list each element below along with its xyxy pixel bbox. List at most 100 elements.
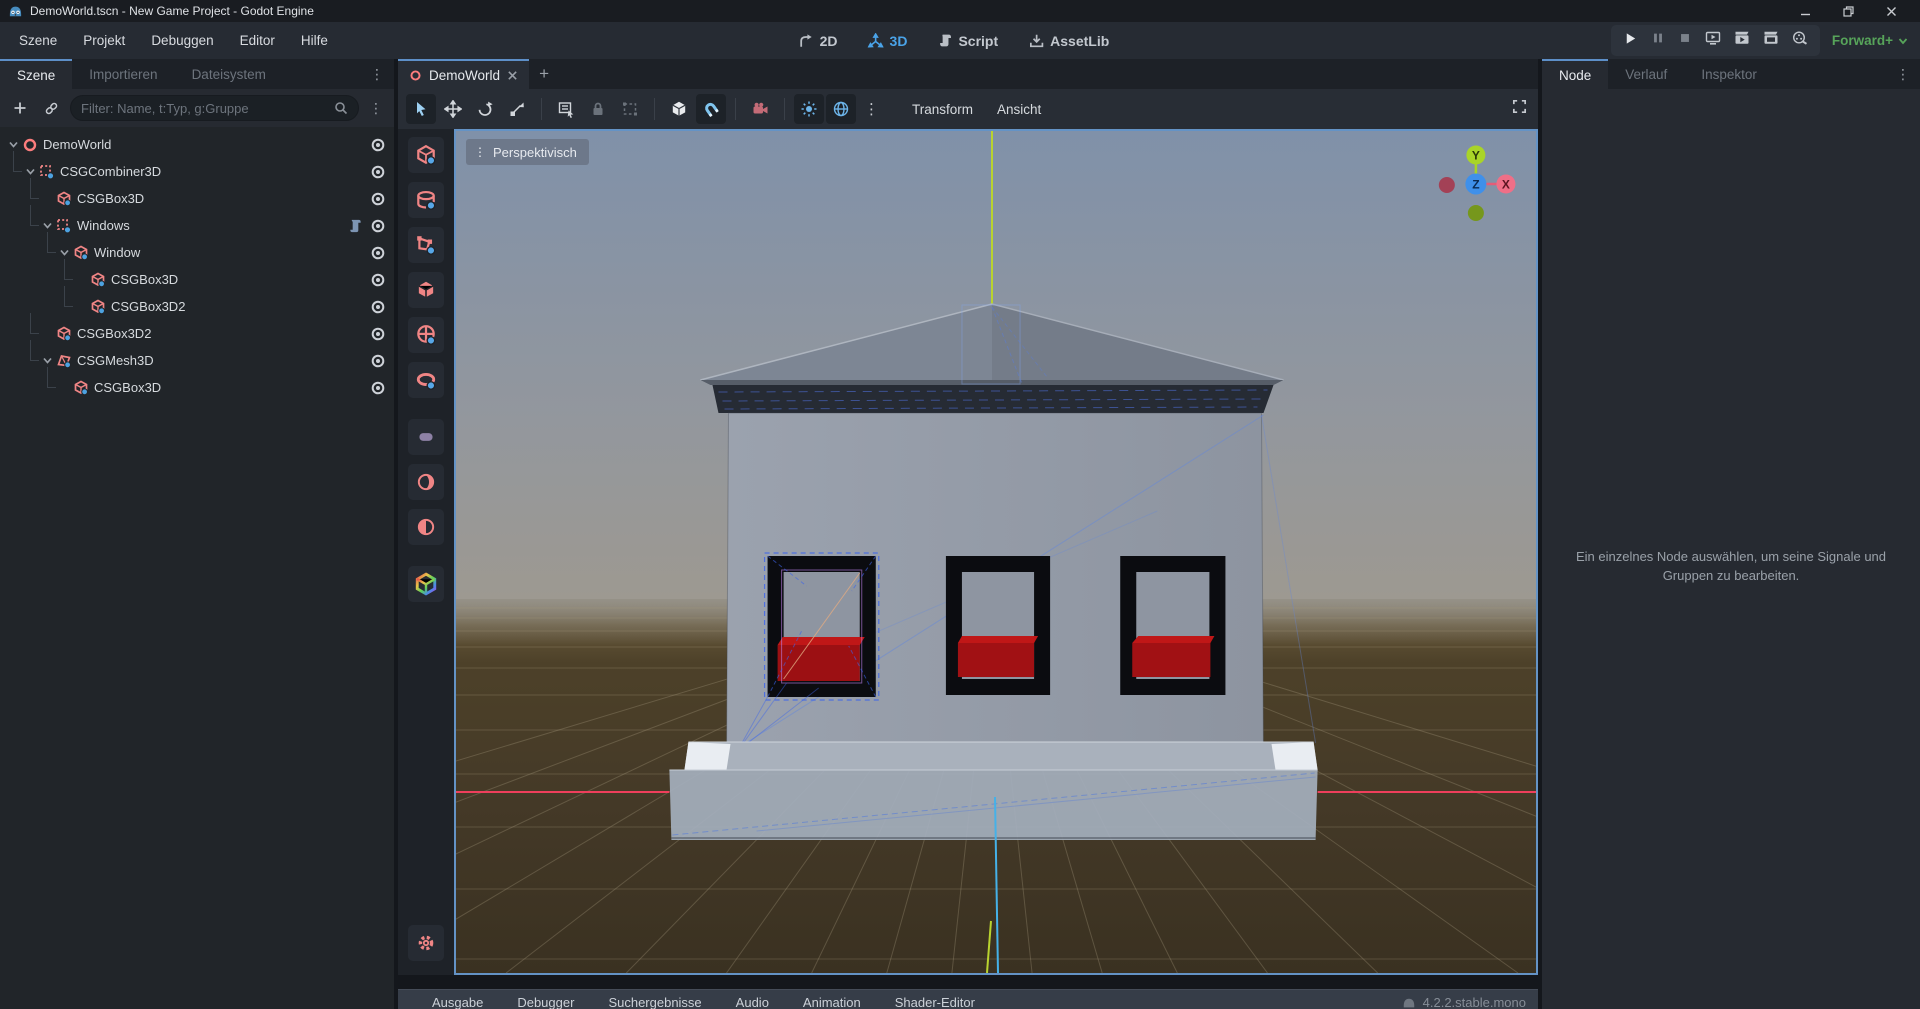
scene-tab-demoworld[interactable]: DemoWorld	[398, 59, 529, 89]
instance-scene-button[interactable]	[39, 96, 63, 120]
preview-camera-button[interactable]	[745, 94, 775, 124]
group-node-button[interactable]	[615, 94, 645, 124]
bottom-tab-shader-editor[interactable]: Shader-Editor	[895, 990, 975, 1009]
new-scene-tab-button[interactable]: +	[529, 59, 559, 89]
play-custom-scene-button[interactable]	[1763, 30, 1779, 51]
tab-importieren[interactable]: Importieren	[72, 59, 174, 89]
perspective-dropdown[interactable]: ⋮ Perspektivisch	[466, 139, 589, 165]
stop-button[interactable]	[1678, 31, 1692, 50]
workspace-assetlib-button[interactable]: AssetLib	[1020, 29, 1117, 53]
visibility-eye-icon[interactable]	[370, 299, 386, 315]
tree-row-csgbox3d2[interactable]: CSGBox3D2	[0, 293, 394, 320]
tab-dateisystem[interactable]: Dateisystem	[175, 59, 283, 89]
tree-row-csgbox3d[interactable]: CSGBox3D	[0, 185, 394, 212]
renderer-dropdown[interactable]: Forward+	[1832, 33, 1908, 48]
menu-debuggen[interactable]: Debuggen	[138, 27, 226, 54]
tree-row-csgcombiner3d[interactable]: CSGCombiner3D	[0, 158, 394, 185]
collapse-caret-icon[interactable]	[6, 137, 21, 152]
settings-gear-button[interactable]	[408, 925, 444, 961]
visibility-eye-icon[interactable]	[370, 326, 386, 342]
close-tab-icon[interactable]	[507, 70, 518, 81]
3d-viewport[interactable]: Y X Z ⋮ Perspektivisch	[454, 129, 1538, 975]
visibility-eye-icon[interactable]	[370, 164, 386, 180]
tree-menu-dots[interactable]: ⋮	[366, 100, 386, 117]
bottom-tab-suchergebnisse[interactable]: Suchergebnisse	[608, 990, 701, 1009]
scale-tool-button[interactable]	[502, 94, 532, 124]
view-menu[interactable]: Ansicht	[986, 102, 1052, 117]
move-tool-button[interactable]	[438, 94, 468, 124]
menu-projekt[interactable]: Projekt	[70, 27, 138, 54]
tab-inspektor[interactable]: Inspektor	[1684, 59, 1774, 89]
csg-torus-button[interactable]	[408, 362, 444, 398]
gridmap-button[interactable]	[408, 566, 444, 602]
tab-verlauf[interactable]: Verlauf	[1608, 59, 1684, 89]
close-button[interactable]	[1885, 5, 1898, 18]
csg-box-icon	[415, 144, 437, 166]
dock-menu-dots[interactable]: ⋮	[360, 59, 394, 89]
preview-environment-button[interactable]	[826, 94, 856, 124]
csg-operation-subtraction-button[interactable]	[408, 509, 444, 545]
movie-maker-button[interactable]	[1792, 30, 1808, 51]
collapse-caret-icon[interactable]	[57, 245, 72, 260]
fullscreen-expand-icon[interactable]	[1511, 98, 1528, 120]
menu-editor[interactable]: Editor	[227, 27, 288, 54]
gizmo-neg-x[interactable]	[1439, 177, 1455, 193]
visibility-eye-icon[interactable]	[370, 272, 386, 288]
tree-row-demoworld[interactable]: DemoWorld	[0, 131, 394, 158]
transform-menu[interactable]: Transform	[901, 102, 984, 117]
snap-toggle-button[interactable]	[696, 94, 726, 124]
tree-row-windows[interactable]: Windows	[0, 212, 394, 239]
workspace-3d-button[interactable]: 3D	[860, 29, 916, 53]
restore-button[interactable]	[1842, 5, 1855, 18]
visibility-eye-icon[interactable]	[370, 218, 386, 234]
csg-mesh-icon	[56, 353, 72, 369]
right-dock-menu-dots[interactable]: ⋮	[1886, 59, 1920, 89]
menu-hilfe[interactable]: Hilfe	[288, 27, 341, 54]
workspace-2d-button[interactable]: 2D	[790, 29, 846, 53]
collapse-caret-icon[interactable]	[40, 218, 55, 233]
minimize-button[interactable]	[1799, 5, 1812, 18]
visibility-eye-icon[interactable]	[370, 191, 386, 207]
tree-row-window[interactable]: Window	[0, 239, 394, 266]
csg-sphere-button[interactable]	[408, 317, 444, 353]
tree-row-csgmesh3d[interactable]: CSGMesh3D	[0, 347, 394, 374]
pause-button[interactable]	[1651, 31, 1665, 50]
visibility-eye-icon[interactable]	[370, 353, 386, 369]
visibility-eye-icon[interactable]	[370, 380, 386, 396]
visibility-eye-icon[interactable]	[370, 245, 386, 261]
csg-operation-union-button[interactable]	[408, 419, 444, 455]
play-scene-button[interactable]	[1734, 30, 1750, 51]
attached-script-icon[interactable]	[348, 218, 363, 233]
bottom-tab-animation[interactable]: Animation	[803, 990, 861, 1009]
viewport-extra-options-dots[interactable]: ⋮	[858, 100, 885, 118]
csg-box-button[interactable]	[408, 137, 444, 173]
csg-cylinder-button[interactable]	[408, 182, 444, 218]
tree-row-csgbox3d[interactable]: CSGBox3D	[0, 374, 394, 401]
list-select-tool-button[interactable]	[551, 94, 581, 124]
scene-filter-input[interactable]	[81, 101, 328, 116]
bottom-tab-ausgabe[interactable]: Ausgabe	[432, 990, 483, 1009]
collapse-caret-icon[interactable]	[23, 164, 38, 179]
play-button[interactable]	[1623, 31, 1638, 51]
csg-operation-intersection-button[interactable]	[408, 464, 444, 500]
preview-sun-button[interactable]	[794, 94, 824, 124]
tab-szene[interactable]: Szene	[0, 59, 72, 89]
tab-node[interactable]: Node	[1542, 59, 1608, 89]
menu-szene[interactable]: Szene	[6, 27, 70, 54]
local-space-button[interactable]	[664, 94, 694, 124]
lock-node-button[interactable]	[583, 94, 613, 124]
gizmo-neg-y[interactable]	[1468, 205, 1484, 221]
rotate-tool-button[interactable]	[470, 94, 500, 124]
csg-polygon-button[interactable]	[408, 227, 444, 263]
bottom-tab-debugger[interactable]: Debugger	[517, 990, 574, 1009]
csg-mesh-button[interactable]	[408, 272, 444, 308]
workspace-script-button[interactable]: Script	[929, 29, 1006, 53]
select-tool-button[interactable]	[406, 94, 436, 124]
tree-row-csgbox3d2[interactable]: CSGBox3D2	[0, 320, 394, 347]
add-node-button[interactable]	[8, 96, 32, 120]
bottom-tab-audio[interactable]: Audio	[736, 990, 769, 1009]
tree-row-csgbox3d[interactable]: CSGBox3D	[0, 266, 394, 293]
collapse-caret-icon[interactable]	[40, 353, 55, 368]
visibility-eye-icon[interactable]	[370, 137, 386, 153]
play-remote-button[interactable]	[1705, 30, 1721, 51]
